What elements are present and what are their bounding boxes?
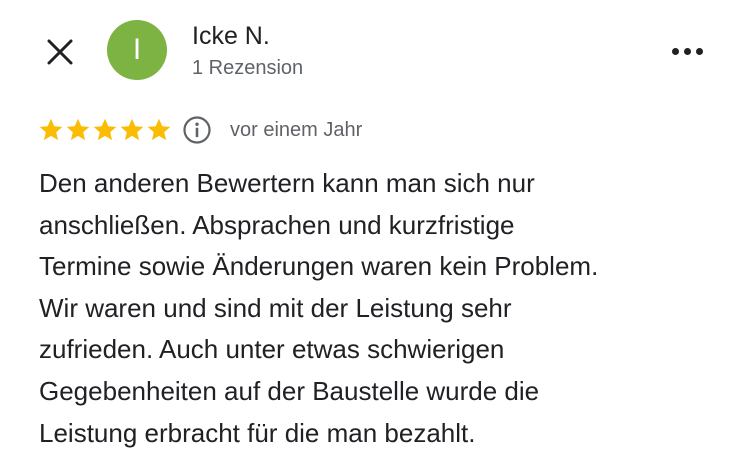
more-vert-icon: [671, 47, 679, 55]
more-vert-icon-dot: [683, 47, 691, 55]
review-text-line: Leistung erbracht für die man bezahlt.: [39, 417, 476, 448]
reviewer-name[interactable]: Icke N.: [192, 22, 270, 51]
star-icon: [92, 117, 118, 143]
review-date: vor einem Jahr: [230, 118, 363, 141]
review-text-line: Termine sowie Änderungen waren kein Prob…: [39, 251, 599, 282]
review-text-line: anschließen. Absprachen und kurzfristige: [39, 209, 515, 240]
review-text-line: Den anderen Bewertern kann man sich nur: [39, 168, 535, 198]
review-text-line: Wir waren und sind mit der Leistung sehr: [39, 292, 512, 323]
avatar[interactable]: I: [107, 20, 167, 80]
star-icon: [65, 117, 91, 143]
star-icon: [38, 117, 64, 143]
review-text-line: zufrieden. Auch unter etwas schwierigen: [39, 334, 505, 365]
close-icon: [42, 34, 78, 70]
review-meta: vor einem Jahr: [38, 114, 362, 146]
more-options-button[interactable]: [664, 36, 710, 66]
more-vert-icon-dot: [695, 47, 703, 55]
info-button[interactable]: [182, 115, 212, 145]
star-rating: [38, 117, 172, 143]
avatar-initial: I: [132, 33, 142, 66]
reviewer-review-count: 1 Rezension: [192, 57, 304, 79]
review-text: Den anderen Bewertern kann man sich nur a…: [39, 163, 729, 454]
star-icon: [119, 117, 145, 143]
star-icon: [146, 117, 172, 143]
close-button[interactable]: [42, 34, 78, 70]
review-header: I Icke N. 1 Rezension: [0, 0, 750, 100]
info-icon: [182, 115, 212, 145]
review-text-line: Gegebenheiten auf der Baustelle wurde di…: [39, 375, 540, 406]
